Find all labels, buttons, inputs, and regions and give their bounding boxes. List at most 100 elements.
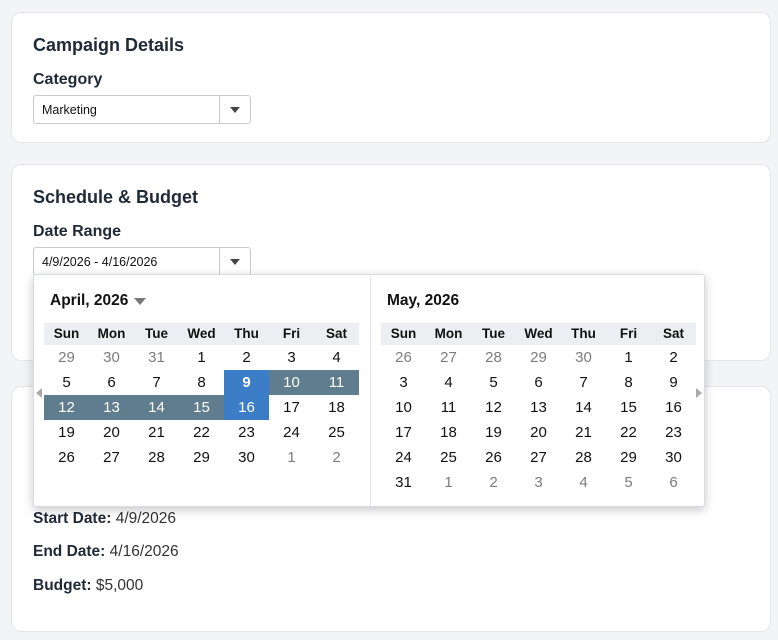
in-range-day[interactable]: 15 [179, 395, 224, 420]
calendar-day[interactable]: 26 [471, 445, 516, 470]
range-start-day[interactable]: 9 [224, 370, 269, 395]
date-range-dropdown-button[interactable] [219, 248, 250, 275]
calendar-day[interactable]: 4 [561, 470, 606, 495]
calendar-day[interactable]: 12 [471, 395, 516, 420]
calendar-day[interactable]: 2 [651, 345, 696, 370]
calendar-day[interactable]: 2 [224, 345, 269, 370]
calendar-day[interactable]: 30 [561, 345, 606, 370]
calendar-day[interactable]: 14 [561, 395, 606, 420]
calendar-day[interactable]: 2 [314, 445, 359, 470]
campaign-details-title: Campaign Details [33, 35, 185, 55]
day-of-week-label: Sat [325, 326, 347, 341]
in-range-day[interactable]: 11 [314, 370, 359, 395]
calendar-day[interactable]: 15 [606, 395, 651, 420]
calendar-day[interactable]: 16 [651, 395, 696, 420]
calendar-day[interactable]: 25 [314, 420, 359, 445]
calendar-day[interactable]: 17 [381, 420, 426, 445]
calendar-day[interactable]: 29 [179, 445, 224, 470]
calendar-day[interactable]: 17 [269, 395, 314, 420]
calendar-day[interactable]: 26 [44, 445, 89, 470]
calendar-day[interactable]: 19 [471, 420, 516, 445]
calendar-day[interactable]: 28 [471, 345, 516, 370]
calendar-day[interactable]: 2 [471, 470, 516, 495]
calendar-day[interactable]: 29 [516, 345, 561, 370]
in-range-day[interactable]: 14 [134, 395, 179, 420]
calendar-day[interactable]: 29 [44, 345, 89, 370]
calendar-day[interactable]: 29 [606, 445, 651, 470]
calendar-day[interactable]: 22 [606, 420, 651, 445]
calendar-day[interactable]: 23 [224, 420, 269, 445]
day-of-week-label: Fri [619, 326, 638, 341]
calendar-day[interactable]: 19 [44, 420, 89, 445]
calendar-day[interactable]: 9 [651, 370, 696, 395]
calendar-week-row: 26 27 28 29 30 1 2 [381, 345, 696, 370]
calendar-day[interactable]: 30 [224, 445, 269, 470]
end-date-value: 4/16/2026 [109, 543, 179, 560]
category-dropdown-button[interactable] [219, 96, 250, 123]
calendar-day[interactable]: 7 [134, 370, 179, 395]
calendar-day[interactable]: 30 [651, 445, 696, 470]
calendar-day[interactable]: 26 [381, 345, 426, 370]
calendar-day[interactable]: 8 [606, 370, 651, 395]
calendar-day[interactable]: 4 [314, 345, 359, 370]
calendar-day[interactable]: 27 [89, 445, 134, 470]
budget-value: $5,000 [95, 577, 144, 594]
range-end-day[interactable]: 16 [224, 395, 269, 420]
calendar-day[interactable]: 25 [426, 445, 471, 470]
calendar-day[interactable]: 11 [426, 395, 471, 420]
calendar-day[interactable]: 1 [269, 445, 314, 470]
calendar-day[interactable]: 28 [134, 445, 179, 470]
calendar-day[interactable]: 8 [179, 370, 224, 395]
calendar-day[interactable]: 18 [426, 420, 471, 445]
day-of-week-label: Tue [482, 326, 505, 341]
calendar-month-may: May, 2026 Sun Mon Tue Wed Thu Fri Sat 26 27 28 29 3… [370, 275, 706, 506]
in-range-day[interactable]: 13 [89, 395, 134, 420]
calendar-day[interactable]: 4 [426, 370, 471, 395]
caret-down-icon [134, 297, 147, 305]
calendar-day[interactable]: 27 [426, 345, 471, 370]
calendar-week-row: 10 11 12 13 14 15 16 [381, 395, 696, 420]
calendar-week-row: 5 6 7 8 9 10 11 [44, 370, 359, 395]
in-range-day[interactable]: 10 [269, 370, 314, 395]
calendar-day[interactable]: 27 [516, 445, 561, 470]
calendar-day[interactable]: 6 [516, 370, 561, 395]
day-of-week-label: Sun [53, 326, 80, 341]
calendar-day[interactable]: 22 [179, 420, 224, 445]
calendar-day[interactable]: 6 [651, 470, 696, 495]
calendar-day[interactable]: 30 [89, 345, 134, 370]
calendar-day[interactable]: 5 [471, 370, 516, 395]
calendar-day[interactable]: 21 [134, 420, 179, 445]
calendar-day[interactable]: 23 [651, 420, 696, 445]
calendar-day[interactable]: 31 [381, 470, 426, 495]
calendar-day[interactable]: 5 [606, 470, 651, 495]
calendar-week-row: 19 20 21 22 23 24 25 [44, 420, 359, 445]
calendar-day[interactable]: 13 [516, 395, 561, 420]
date-range-picker[interactable]: 4/9/2026 - 4/16/2026 [33, 247, 251, 276]
month-title-selector[interactable]: April, 2026 [50, 292, 147, 310]
calendar-day[interactable]: 3 [516, 470, 561, 495]
calendar-week-row: 12 13 14 15 16 17 18 [44, 395, 359, 420]
in-range-day[interactable]: 12 [44, 395, 89, 420]
calendar-day[interactable]: 6 [89, 370, 134, 395]
calendar-day[interactable]: 10 [381, 395, 426, 420]
calendar-day[interactable]: 7 [561, 370, 606, 395]
date-range-value: 4/9/2026 - 4/16/2026 [42, 254, 158, 269]
calendar-day[interactable]: 20 [516, 420, 561, 445]
calendar-week-row: 26 27 28 29 30 1 2 [44, 445, 359, 470]
campaign-details-card: Campaign Details Category Marketing [11, 12, 771, 143]
calendar-week-row: 3456789 [381, 370, 696, 395]
calendar-day[interactable]: 24 [381, 445, 426, 470]
calendar-day[interactable]: 1 [179, 345, 224, 370]
calendar-day[interactable]: 1 [606, 345, 651, 370]
calendar-day[interactable]: 21 [561, 420, 606, 445]
calendar-day[interactable]: 3 [269, 345, 314, 370]
calendar-day[interactable]: 3 [381, 370, 426, 395]
calendar-day[interactable]: 31 [134, 345, 179, 370]
calendar-day[interactable]: 1 [426, 470, 471, 495]
calendar-day[interactable]: 5 [44, 370, 89, 395]
calendar-day[interactable]: 18 [314, 395, 359, 420]
category-select[interactable]: Marketing [33, 95, 251, 124]
calendar-day[interactable]: 28 [561, 445, 606, 470]
calendar-day[interactable]: 20 [89, 420, 134, 445]
calendar-day[interactable]: 24 [269, 420, 314, 445]
